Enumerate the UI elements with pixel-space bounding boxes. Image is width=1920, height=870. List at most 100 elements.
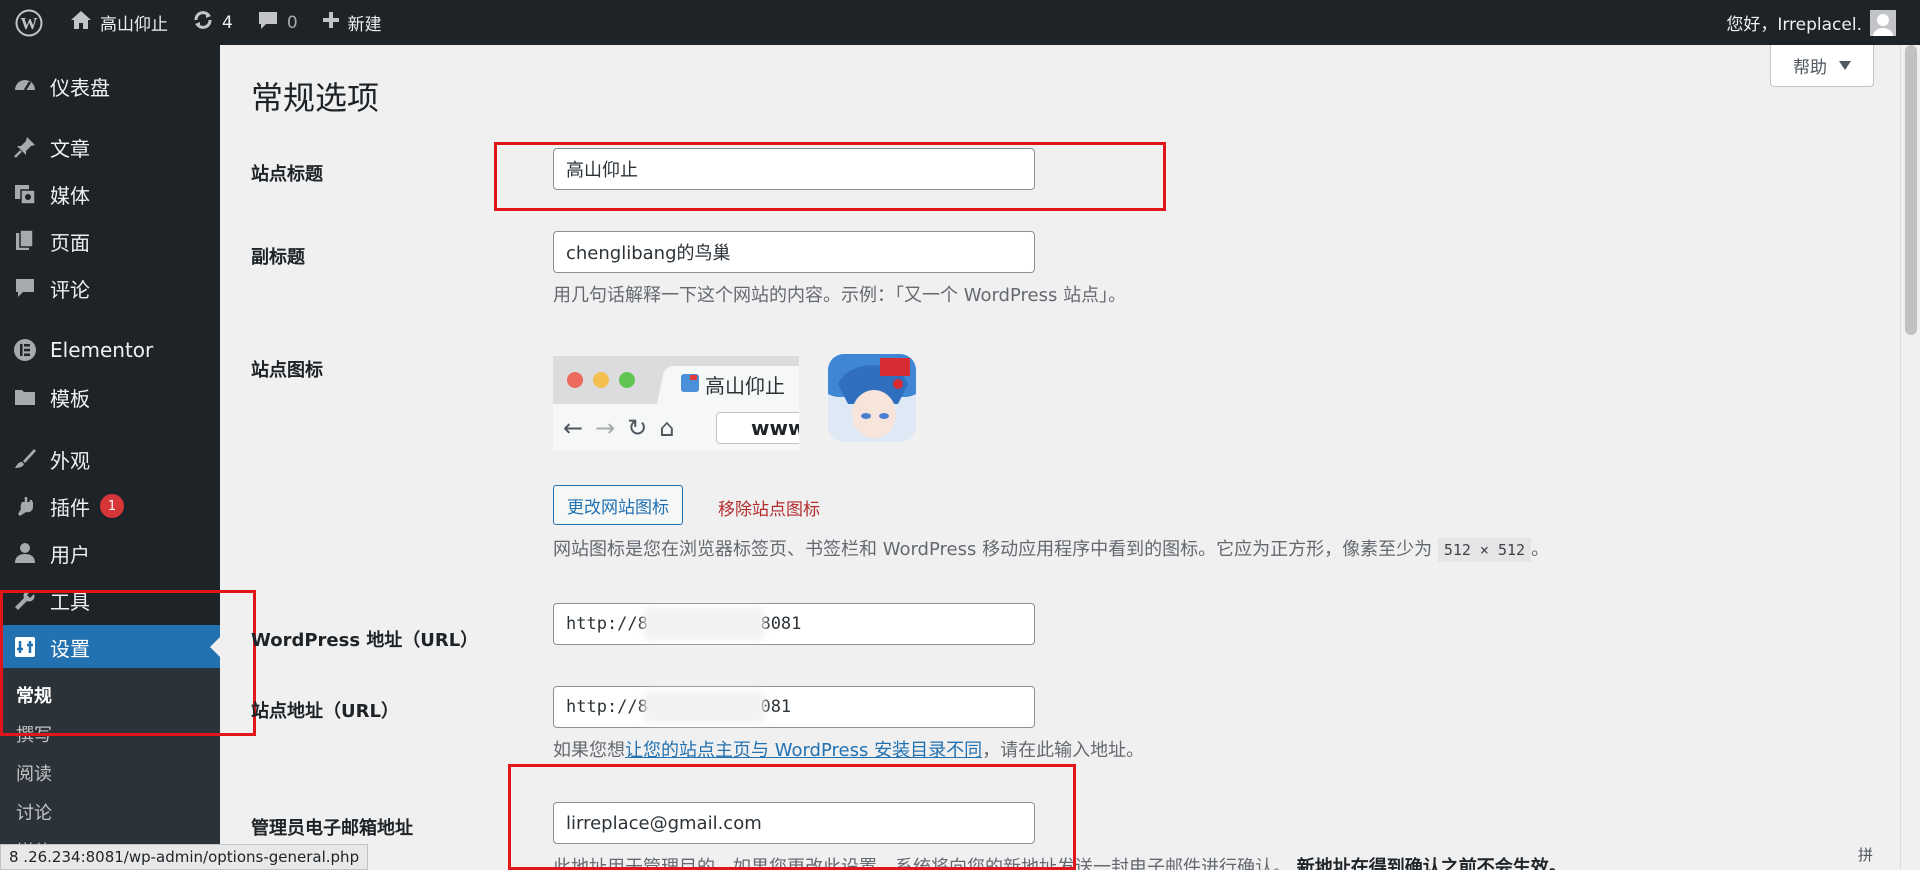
- maximize-dot-icon: [619, 372, 635, 388]
- media-icon: [0, 182, 50, 206]
- wordpress-url-input[interactable]: [553, 603, 1035, 645]
- icon-size-code: 512 × 512: [1437, 538, 1532, 562]
- submenu-item-discussion[interactable]: 讨论: [16, 799, 52, 825]
- icon-desc-suffix: 。: [1531, 539, 1550, 560]
- folder-icon: [0, 385, 50, 409]
- menu-label: Elementor: [50, 338, 154, 362]
- submenu-item-reading[interactable]: 阅读: [16, 760, 52, 786]
- site-icon-description: 网站图标是您在浏览器标签页、书签栏和 WordPress 移动应用程序中看到的图…: [553, 535, 1550, 562]
- forward-arrow-icon: →: [595, 414, 616, 442]
- close-dot-icon: [567, 372, 583, 388]
- menu-item-users[interactable]: 用户: [0, 531, 220, 575]
- brush-icon: [0, 447, 50, 471]
- updates-count: 4: [222, 12, 233, 33]
- site-url-description: 如果您想让您的站点主页与 WordPress 安装目录不同，请在此输入地址。: [553, 736, 1144, 762]
- change-site-icon-button[interactable]: 更改网站图标: [553, 485, 683, 525]
- comment-bubble-icon: [257, 9, 279, 36]
- admin-email-label: 管理员电子邮箱地址: [251, 818, 413, 839]
- admin-email-desc-strong: 新地址在得到确认之前不会生效。: [1296, 857, 1567, 870]
- new-label: 新建: [347, 15, 382, 35]
- tagline-label: 副标题: [251, 247, 305, 268]
- admin-bar: W 高山仰止 4 0 新建 您好，Irreplacel.: [0, 0, 1920, 45]
- menu-item-posts[interactable]: 文章: [0, 125, 220, 169]
- svg-text:W: W: [21, 14, 38, 33]
- menu-label: 媒体: [50, 183, 90, 208]
- menu-label: 文章: [50, 136, 90, 161]
- help-tab-button[interactable]: 帮助: [1770, 45, 1874, 87]
- browser-tab-label: 高山仰止: [681, 370, 785, 399]
- annotation-highlight-settings: [0, 590, 256, 736]
- avatar-icon: [1870, 9, 1896, 36]
- browser-nav-icons: ← → ↻ ⌂: [563, 414, 675, 442]
- menu-item-media[interactable]: 媒体: [0, 172, 220, 216]
- preview-url: www.: [751, 416, 799, 440]
- minimize-dot-icon: [593, 372, 609, 388]
- site-url-input[interactable]: [553, 686, 1035, 728]
- home-icon: [70, 10, 92, 35]
- plugin-icon: [0, 494, 50, 518]
- menu-label: 用户: [50, 542, 90, 567]
- menu-item-appearance[interactable]: 外观: [0, 437, 220, 481]
- pin-icon: [0, 135, 50, 159]
- site-name-link[interactable]: 高山仰止: [58, 0, 180, 45]
- new-content-link[interactable]: 新建: [310, 0, 394, 45]
- wordpress-logo-icon[interactable]: W: [0, 0, 58, 45]
- window-controls: [567, 372, 635, 388]
- plus-icon: [322, 11, 340, 34]
- help-label: 帮助: [1793, 58, 1827, 78]
- home-icon: ⌂: [659, 414, 675, 442]
- preview-tab-title: 高山仰止: [705, 374, 785, 398]
- menu-item-elementor[interactable]: Elementor: [0, 328, 220, 372]
- menu-label: 模板: [50, 386, 90, 411]
- annotation-highlight-site-title: [494, 142, 1166, 211]
- admin-sidebar: 仪表盘 文章 媒体 页面 评论 Elementor 模板 外观 插件 1 用户 …: [0, 45, 220, 870]
- page-title: 常规选项: [251, 79, 380, 117]
- menu-item-dashboard[interactable]: 仪表盘: [0, 64, 220, 108]
- comments-link[interactable]: 0: [245, 0, 310, 45]
- site-icon-app-preview: [828, 354, 916, 442]
- greeting-text: 您好，Irreplacel.: [1726, 15, 1862, 35]
- refresh-icon: [192, 9, 214, 36]
- menu-item-comments[interactable]: 评论: [0, 266, 220, 310]
- scrollbar-thumb[interactable]: [1905, 45, 1917, 335]
- icon-desc-prefix: 网站图标是您在浏览器标签页、书签栏和 WordPress 移动应用程序中看到的图…: [553, 539, 1433, 560]
- redacted-area: [644, 691, 764, 723]
- comment-icon: [0, 276, 50, 300]
- menu-label: 页面: [50, 230, 90, 255]
- site-icon-label: 站点图标: [251, 360, 323, 381]
- site-title-label: 站点标题: [251, 164, 323, 185]
- triangle-down-icon: [1839, 56, 1851, 76]
- redacted-area: [644, 608, 764, 640]
- page-scrollbar[interactable]: [1900, 45, 1920, 870]
- comments-count: 0: [286, 12, 298, 33]
- my-account-link[interactable]: 您好，Irreplacel.: [1714, 0, 1920, 45]
- tagline-description: 用几句话解释一下这个网站的内容。示例：「又一个 WordPress 站点」。: [553, 285, 1127, 306]
- updates-link[interactable]: 4: [180, 0, 245, 45]
- wordpress-url-label: WordPress 地址（URL）: [251, 630, 479, 651]
- menu-item-plugins[interactable]: 插件 1: [0, 484, 220, 528]
- dashboard-icon: [0, 74, 50, 98]
- back-arrow-icon: ←: [563, 414, 584, 442]
- site-name: 高山仰止: [100, 15, 168, 35]
- site-icon-browser-preview: 高山仰止 ← → ↻ ⌂ www.: [553, 356, 799, 451]
- user-icon: [0, 541, 50, 565]
- reload-icon: ↻: [627, 414, 648, 442]
- site-url-label: 站点地址（URL）: [251, 701, 399, 722]
- annotation-highlight-admin-email: [508, 764, 1076, 870]
- ime-label: 拼: [1858, 846, 1874, 864]
- page-icon: [0, 229, 50, 253]
- menu-label: 外观: [50, 448, 90, 473]
- site-url-desc-suffix: ，请在此输入地址。: [982, 740, 1145, 761]
- tagline-input[interactable]: [553, 231, 1035, 273]
- elementor-icon: [0, 338, 50, 362]
- ime-indicator[interactable]: 拼: [1858, 844, 1873, 865]
- menu-item-templates[interactable]: 模板: [0, 375, 220, 419]
- site-url-help-link[interactable]: 让您的站点主页与 WordPress 安装目录不同: [625, 740, 982, 761]
- remove-site-icon-link[interactable]: 移除站点图标: [718, 495, 820, 520]
- menu-label: 评论: [50, 277, 90, 302]
- plugin-update-badge: 1: [100, 494, 124, 518]
- status-bar-url: 8 .26.234:8081/wp-admin/options-general.…: [0, 844, 369, 870]
- menu-item-pages[interactable]: 页面: [0, 219, 220, 263]
- menu-label: 仪表盘: [50, 75, 110, 100]
- favicon-icon: [681, 373, 699, 397]
